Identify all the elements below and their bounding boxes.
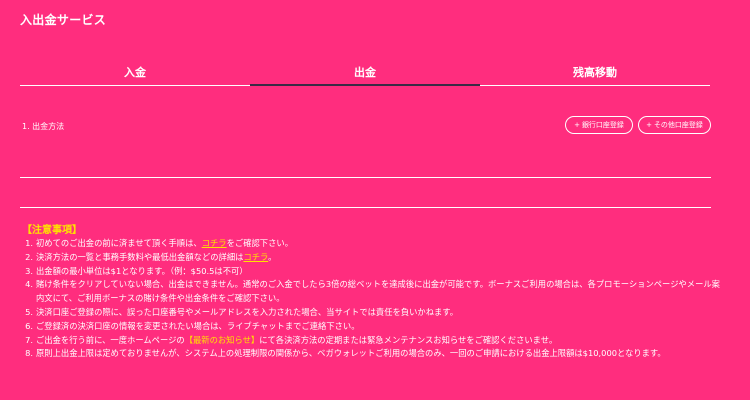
register-bank-account-button[interactable]: + 銀行口座登録	[565, 116, 633, 134]
payment-methods-link[interactable]: コチラ	[243, 252, 268, 262]
list-item: 1. 初めてのご出金の前に済ませて頂く手順は、コチラをご確認下さい。	[25, 238, 293, 248]
list-item: 3. 出金額の最小単位は$1となります。（例：$50.5は不可）	[25, 265, 248, 276]
list-item: 4. 賭け条件をクリアしていない場合、出金はできません。通常のご入金でしたら3倍…	[25, 279, 720, 304]
withdraw-method-label: 1. 出金方法	[22, 122, 65, 131]
notes-title: 【注意事項】	[22, 225, 82, 236]
notes-list: 1. 初めてのご出金の前に済ませて頂く手順は、コチラをご確認下さい。 2. 決済…	[22, 237, 722, 361]
tab-balance-transfer[interactable]: 残高移動	[480, 58, 710, 86]
tab-deposit[interactable]: 入金	[20, 58, 250, 86]
list-item: 2. 決済方法の一覧と事務手数料や最低出金額などの詳細はコチラ。	[25, 251, 277, 262]
list-item: 5. 決済口座ご登録の際に、誤った口座番号やメールアドレスを入力された場合、当サ…	[25, 306, 459, 317]
register-bank-account-label: 銀行口座登録	[581, 121, 624, 129]
divider	[20, 207, 711, 208]
list-item: 7. ご出金を行う前に、一度ホームページの【最新のお知らせ】にて各決済方法の定期…	[25, 334, 558, 345]
list-item: 6. ご登録済の決済口座の情報を変更されたい場合は、ライブチャットまでご連絡下さ…	[25, 320, 360, 331]
tab-bar: 入金 出金 残高移動	[20, 58, 710, 86]
divider	[20, 177, 711, 178]
latest-news-highlight: 【最新のお知らせ】	[184, 334, 260, 345]
register-other-account-button[interactable]: + その他口座登録	[638, 116, 711, 134]
first-withdraw-guide-link[interactable]: コチラ	[202, 238, 227, 248]
list-item: 8. 原則上出金上限は定めておりませんが、システム上の処理制限の関係から、ベガウ…	[25, 348, 666, 359]
tab-withdraw[interactable]: 出金	[250, 58, 480, 86]
register-other-account-label: その他口座登録	[653, 121, 703, 129]
plus-icon: +	[646, 121, 652, 129]
page-title: 入出金サービス	[20, 13, 107, 27]
plus-icon: +	[574, 121, 580, 129]
